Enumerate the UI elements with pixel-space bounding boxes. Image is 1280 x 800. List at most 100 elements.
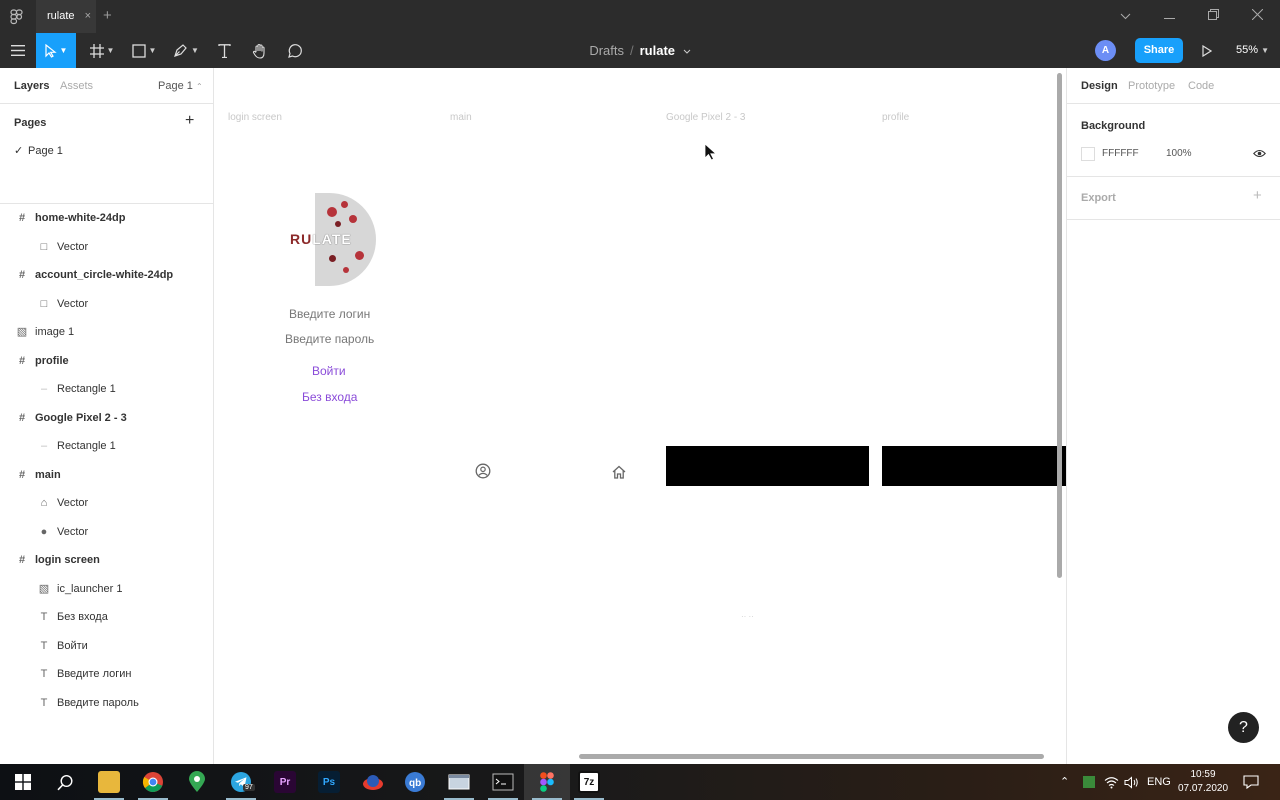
tab-layers[interactable]: Layers	[14, 80, 49, 92]
frame-label-profile[interactable]: profile	[882, 112, 909, 123]
layer-item-label: Google Pixel 2 - 3	[35, 411, 127, 424]
layer-item-label: Vector	[57, 525, 89, 538]
file-name[interactable]: rulate	[640, 43, 675, 58]
guest-button-text[interactable]: Без входа	[302, 390, 357, 404]
start-icon[interactable]	[0, 764, 46, 800]
horizontal-scrollbar[interactable]	[579, 754, 1044, 759]
breadcrumb-drafts[interactable]: Drafts	[589, 43, 624, 58]
restore-icon[interactable]	[1191, 0, 1235, 33]
avatar[interactable]: A	[1095, 40, 1116, 61]
eye-icon[interactable]	[1253, 149, 1266, 158]
pen-icon	[174, 44, 187, 57]
divider	[1067, 219, 1280, 220]
chevron-down-icon[interactable]	[683, 49, 691, 54]
present-button[interactable]	[1196, 33, 1218, 68]
account-vector-icon: ●	[40, 525, 48, 538]
help-button[interactable]: ?	[1228, 712, 1259, 743]
left-panel-tabs: Layers Assets Page 1 ⌃	[0, 68, 213, 104]
clock-date: 07.07.2020	[1177, 783, 1229, 794]
chevron-up-icon[interactable]: ⌃	[1060, 764, 1069, 800]
home-icon[interactable]	[611, 464, 627, 480]
vertical-scrollbar[interactable]	[1057, 73, 1062, 578]
login-button-text[interactable]: Войти	[312, 364, 346, 378]
terminal-icon[interactable]	[480, 764, 526, 800]
home-vector-icon: ⌂	[40, 497, 48, 509]
frame-label-main[interactable]: main	[450, 112, 472, 123]
text-icon	[217, 43, 231, 58]
breadcrumb-separator: /	[630, 43, 634, 58]
7zip-icon[interactable]: 7z	[566, 764, 612, 800]
qbittorrent-icon[interactable]: qb	[392, 764, 438, 800]
clock[interactable]: 10:59 07.07.2020	[1172, 768, 1234, 796]
close-tab-icon[interactable]: ×	[85, 0, 91, 33]
add-page-button[interactable]: +	[185, 112, 194, 130]
frame-icon: #	[18, 411, 26, 424]
page-selector[interactable]: Page 1 ⌃	[158, 80, 203, 92]
hand-tool-button[interactable]	[246, 33, 274, 68]
add-export-button[interactable]: +	[1253, 187, 1262, 204]
file-tab[interactable]: rulate ×	[36, 0, 96, 33]
chevron-down-icon[interactable]	[1103, 0, 1147, 33]
tab-code[interactable]: Code	[1188, 80, 1214, 92]
frame-icon: #	[18, 468, 26, 481]
app-window-icon[interactable]	[436, 764, 482, 800]
comment-tool-button[interactable]	[281, 33, 309, 68]
text-tool-button[interactable]	[210, 33, 238, 68]
app-icon[interactable]	[350, 764, 396, 800]
page-selector-label: Page 1	[158, 80, 193, 92]
share-button[interactable]: Share	[1135, 38, 1183, 63]
tab-prototype[interactable]: Prototype	[1128, 80, 1175, 92]
minimize-icon[interactable]	[1147, 0, 1191, 33]
account-circle-icon[interactable]	[475, 463, 491, 479]
figma-icon[interactable]	[524, 764, 570, 800]
main-menu-icon[interactable]	[0, 33, 35, 68]
shape-tool-button[interactable]: ▼	[126, 33, 162, 68]
language-indicator[interactable]: ENG	[1147, 764, 1171, 800]
layer-item-label: Rectangle 1	[57, 383, 116, 395]
logo-text-left: RU	[290, 231, 313, 247]
export-header[interactable]: Export	[1081, 192, 1116, 204]
zoom-dropdown[interactable]: 55% ▼	[1236, 33, 1269, 68]
background-hex-field[interactable]: FFFFFF	[1102, 148, 1139, 159]
file-explorer-icon[interactable]	[86, 764, 132, 800]
search-icon[interactable]	[42, 764, 88, 800]
pen-tool-button[interactable]: ▼	[168, 33, 204, 68]
vector-icon: □	[40, 297, 48, 310]
new-tab-button[interactable]: +	[103, 7, 112, 24]
frame-tool-button[interactable]: ▼	[84, 33, 120, 68]
background-color-swatch[interactable]	[1081, 147, 1095, 161]
background-opacity-field[interactable]: 100%	[1166, 148, 1192, 159]
frame-label-login-screen[interactable]: login screen	[228, 112, 282, 123]
figma-logo-icon[interactable]	[10, 9, 24, 25]
vector-icon: □	[40, 240, 48, 253]
tab-assets[interactable]: Assets	[60, 80, 93, 92]
close-window-icon[interactable]	[1235, 0, 1279, 33]
photoshop-icon[interactable]: Ps	[306, 764, 352, 800]
telegram-icon[interactable]: 97	[218, 764, 264, 800]
frame-label-google-pixel[interactable]: Google Pixel 2 - 3	[666, 112, 746, 123]
check-icon: ✓	[14, 145, 24, 157]
tray-app-icon[interactable]	[1082, 764, 1096, 800]
password-placeholder-text[interactable]: Введите пароль	[285, 332, 374, 346]
rectangle-icon	[131, 43, 146, 58]
frame-icon	[89, 43, 104, 58]
wifi-icon[interactable]	[1104, 764, 1119, 800]
notifications-icon[interactable]	[1243, 764, 1259, 800]
move-tool-button[interactable]: ▼	[36, 33, 76, 68]
maps-icon[interactable]	[174, 764, 220, 800]
comment-icon	[288, 43, 302, 58]
canvas[interactable]: login screen main Google Pixel 2 - 3 pro…	[214, 68, 1066, 764]
login-placeholder-text[interactable]: Введите логин	[289, 307, 370, 321]
layer-item-label: Без входа	[57, 611, 108, 623]
volume-icon[interactable]	[1124, 764, 1139, 800]
profile-rectangle[interactable]	[882, 446, 1066, 486]
page-item[interactable]: ✓ Page 1	[14, 144, 63, 157]
rectangle-icon: ‒	[40, 440, 48, 452]
tab-design[interactable]: Design	[1081, 80, 1118, 92]
telegram-badge: 97	[243, 784, 255, 791]
chrome-icon[interactable]	[130, 764, 176, 800]
layer-item-label: ic_launcher 1	[57, 582, 123, 595]
google-pixel-rectangle[interactable]	[666, 446, 869, 486]
frame-icon: #	[18, 212, 26, 224]
premiere-icon[interactable]: Pr	[262, 764, 308, 800]
